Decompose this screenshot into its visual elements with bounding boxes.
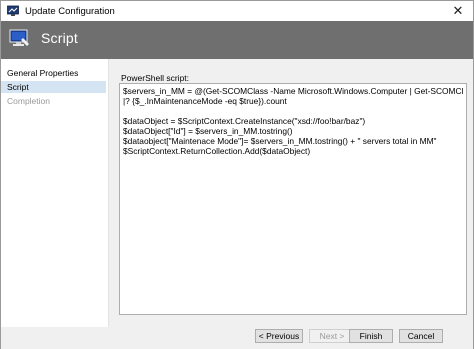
cancel-button[interactable]: Cancel — [399, 329, 443, 343]
script-panel: PowerShell script: $servers_in_MM = @(Ge… — [109, 59, 473, 327]
title-bar[interactable]: Update Configuration ✕ — [1, 1, 473, 21]
sidebar-item-general-properties[interactable]: General Properties — [1, 67, 108, 79]
update-configuration-dialog: Update Configuration ✕ Script General Pr… — [0, 0, 474, 349]
script-line: $dataObject = $ScriptContext.CreateInsta… — [123, 116, 366, 126]
previous-button[interactable]: < Previous — [255, 329, 303, 343]
wizard-steps-sidebar: General Properties Script Completion — [1, 59, 109, 327]
sidebar-item-completion: Completion — [7, 96, 50, 106]
script-line: $ScriptContext.ReturnCollection.Add($dat… — [123, 146, 311, 156]
script-line — [123, 106, 463, 116]
sidebar-item-script[interactable]: Script — [1, 81, 106, 93]
script-line: $dataObject["Id"] = $servers_in_MM.tostr… — [123, 126, 293, 136]
close-icon[interactable]: ✕ — [443, 1, 473, 21]
powershell-script-label: PowerShell script: — [121, 73, 190, 83]
powershell-script-editor[interactable]: $servers_in_MM = @(Get-SCOMClass -Name M… — [119, 83, 467, 315]
wizard-header-banner: Script — [1, 21, 473, 59]
script-line: $dataobject["Maintenace Mode"]= $servers… — [123, 136, 437, 146]
script-line: |? {$_.InMaintenanceMode -eq $true}).cou… — [123, 96, 287, 106]
script-line: $servers_in_MM = @(Get-SCOMClass -Name M… — [123, 86, 463, 96]
monitor-wizard-icon — [9, 29, 31, 49]
app-icon — [7, 5, 19, 17]
finish-button[interactable]: Finish — [349, 329, 393, 343]
page-title: Script — [41, 30, 78, 46]
wizard-footer: < Previous Next > Finish Cancel — [1, 327, 473, 349]
window-title: Update Configuration — [25, 5, 115, 17]
